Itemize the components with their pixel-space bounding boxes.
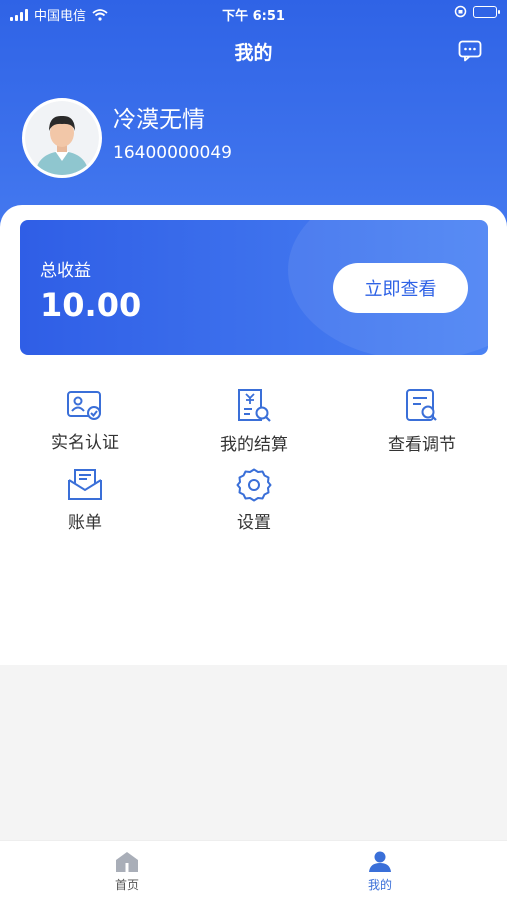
settings-gear-icon (236, 468, 272, 502)
avatar[interactable] (22, 98, 102, 178)
id-card-check-icon (67, 391, 101, 420)
user-profile-icon (369, 851, 391, 872)
menu-item-settlement[interactable]: 我的结算 (194, 388, 314, 455)
earnings-value: 10.00 (40, 286, 142, 324)
bill-envelope-icon (68, 469, 102, 500)
tab-mine[interactable]: 我的 (340, 851, 420, 893)
tab-home[interactable]: 首页 (87, 851, 167, 893)
view-now-button[interactable]: 立即查看 (333, 263, 468, 313)
user-name: 冷漠无情 (113, 107, 205, 133)
battery-icon (473, 5, 500, 18)
user-avatar-icon (25, 101, 99, 175)
status-bar: 中国电信 下午 6:51 (0, 0, 507, 28)
chat-bubble-icon[interactable] (458, 40, 482, 62)
menu-item-verification[interactable]: 实名认证 (25, 388, 145, 453)
tab-label: 我的 (367, 878, 392, 892)
menu-item-bill[interactable]: 账单 (25, 468, 145, 533)
document-search-icon (406, 389, 437, 421)
status-time: 下午 6:51 (222, 9, 285, 24)
home-icon (116, 852, 138, 872)
page-title: 我的 (234, 42, 273, 64)
orientation-lock-icon (454, 5, 467, 18)
menu-label: 我的结算 (220, 435, 288, 455)
menu-label: 实名认证 (51, 433, 119, 453)
menu-item-view-adjustment[interactable]: 查看调节 (362, 388, 482, 455)
settlement-document-icon (238, 389, 271, 422)
menu-label: 设置 (237, 513, 271, 533)
menu-label: 账单 (68, 513, 102, 533)
bottom-tab-bar: 首页 我的 (0, 840, 507, 900)
menu-label: 查看调节 (388, 435, 456, 455)
tab-label: 首页 (114, 878, 139, 892)
earnings-label: 总收益 (40, 261, 91, 281)
menu-item-settings[interactable]: 设置 (194, 468, 314, 533)
earnings-card: 总收益 10.00 立即查看 (20, 220, 488, 355)
user-phone: 16400000049 (113, 143, 232, 163)
